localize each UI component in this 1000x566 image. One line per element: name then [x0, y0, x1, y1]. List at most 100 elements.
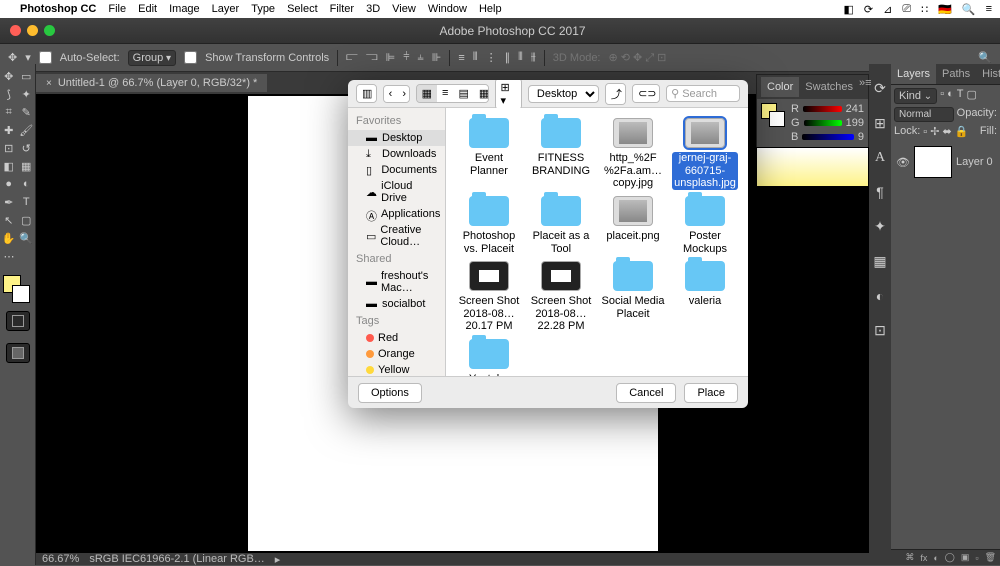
column-view[interactable]: ▤ — [453, 85, 473, 102]
status-icon[interactable]: ◧ — [844, 3, 854, 16]
menu-help[interactable]: Help — [479, 3, 502, 15]
distribute-icon[interactable]: ≡ — [458, 52, 464, 64]
file-item[interactable]: Screen Shot 2018-08…22.28 PM — [526, 259, 596, 335]
file-item[interactable]: Social Media Placeit — [598, 259, 668, 335]
file-item[interactable]: jernej-graj-660715-unsplash.jpg — [670, 116, 740, 192]
color-tab[interactable]: Color — [761, 77, 799, 97]
status-icon[interactable]: ∷ — [921, 3, 928, 16]
file-item[interactable]: Event Planner — [454, 116, 524, 192]
path-tool[interactable]: ↖ — [0, 211, 18, 229]
close-tab-icon[interactable]: × — [46, 78, 52, 89]
align-icon[interactable]: ⊫ — [386, 51, 396, 64]
auto-select-checkbox[interactable] — [39, 51, 52, 64]
history-panel-icon[interactable]: ⟳ — [874, 80, 886, 97]
back-button[interactable]: ‹ — [384, 86, 398, 102]
align-icon[interactable]: ⫎ — [366, 51, 378, 64]
distribute-icon[interactable]: ⫵ — [531, 51, 536, 64]
auto-select-dropdown[interactable]: Group ▾ — [128, 50, 176, 66]
zoom-level[interactable]: 66.67% — [42, 553, 79, 565]
hand-tool[interactable]: ✋ — [0, 229, 18, 247]
file-item[interactable]: Photoshop vs. Placeit — [454, 194, 524, 257]
list-view[interactable]: ≡ — [437, 85, 453, 102]
dodge-tool[interactable]: ◐ — [18, 175, 36, 193]
b-slider[interactable] — [802, 134, 854, 140]
sidebar-icloud[interactable]: ☁iCloud Drive — [348, 178, 445, 206]
layer-row[interactable]: 👁 Layer 0 — [894, 142, 997, 182]
distribute-icon[interactable]: ⫴ — [518, 51, 523, 64]
file-item[interactable]: Placeit as a Tool — [526, 194, 596, 257]
character-panel-icon[interactable]: A — [875, 150, 885, 166]
menu-3d[interactable]: 3D — [366, 3, 380, 15]
g-slider[interactable] — [804, 120, 842, 126]
menu-type[interactable]: Type — [251, 3, 275, 15]
menu-filter[interactable]: Filter — [330, 3, 354, 15]
fx-icon[interactable]: fx — [920, 553, 927, 563]
link-icon[interactable]: ⌘ — [905, 552, 914, 563]
icon-view[interactable]: ▦ — [417, 85, 437, 102]
sidebar-desktop[interactable]: ▬Desktop — [348, 130, 445, 146]
place-button[interactable]: Place — [684, 383, 738, 403]
menu-file[interactable]: File — [108, 3, 126, 15]
stamp-tool[interactable]: ⊡ — [0, 139, 18, 157]
blend-mode[interactable]: Normal — [894, 107, 954, 122]
sidebar-downloads[interactable]: ⤓Downloads — [348, 146, 445, 162]
r-slider[interactable] — [803, 106, 842, 112]
crop-tool[interactable]: ⌗ — [0, 103, 18, 121]
distribute-icon[interactable]: ∥ — [505, 51, 511, 64]
menu-icon[interactable]: ≡ — [986, 3, 992, 15]
distribute-icon[interactable]: ⋮ — [486, 51, 497, 64]
gallery-view[interactable]: ▦ — [474, 85, 489, 102]
group-icon[interactable]: ▣ — [961, 552, 970, 563]
adjustment-icon[interactable]: ◯ — [945, 552, 955, 563]
file-item[interactable]: valeria — [670, 259, 740, 335]
lasso-tool[interactable]: ⟆ — [0, 85, 18, 103]
styles-panel-icon[interactable]: ⊡ — [874, 322, 886, 339]
file-item[interactable]: Youtube — [454, 337, 524, 376]
transform-checkbox[interactable] — [184, 51, 197, 64]
history-tab[interactable]: History — [976, 64, 1000, 84]
quickmask-toggle[interactable] — [6, 311, 30, 331]
sidebar-toggle-icon[interactable]: ▥ — [357, 85, 377, 102]
file-browser[interactable]: Event PlannerFITNESS BRANDINGhttp_%2F %2… — [446, 108, 748, 376]
eyedropper-tool[interactable]: ✎ — [18, 103, 36, 121]
search-icon[interactable]: 🔍 — [962, 3, 976, 16]
color-ramp[interactable] — [756, 147, 869, 187]
new-layer-icon[interactable]: ▫ — [975, 553, 978, 563]
doc-profile[interactable]: sRGB IEC61966-2.1 (Linear RGB… — [89, 553, 264, 565]
options-button[interactable]: Options — [358, 383, 422, 403]
menu-select[interactable]: Select — [287, 3, 318, 15]
sidebar-tag[interactable]: Yellow — [348, 362, 445, 376]
group-menu[interactable]: ⊞ ▾ — [496, 80, 521, 109]
document-tab[interactable]: × Untitled-1 @ 66.7% (Layer 0, RGB/32*) … — [36, 74, 267, 92]
adjustments-panel-icon[interactable]: ◐ — [876, 288, 884, 304]
screenmode-toggle[interactable] — [6, 343, 30, 363]
file-item[interactable]: http_%2F %2Fa.am…copy.jpg — [598, 116, 668, 192]
brush-panel-icon[interactable]: ✦ — [874, 218, 886, 235]
layer-name[interactable]: Layer 0 — [956, 156, 993, 168]
tags-icon[interactable]: ⊂⊃ — [633, 85, 660, 102]
history-brush-tool[interactable]: ↺ — [18, 139, 36, 157]
swatches-tab[interactable]: Swatches — [799, 77, 859, 97]
gradient-tool[interactable]: ▦ — [18, 157, 36, 175]
forward-button[interactable]: › — [397, 86, 409, 102]
status-icon[interactable]: ⊿ — [883, 3, 892, 16]
trash-icon[interactable]: 🗑 — [985, 552, 996, 563]
status-icon[interactable]: ⟳ — [864, 3, 873, 16]
sidebar-tag[interactable]: Red — [348, 330, 445, 346]
move-tool[interactable]: ✥ — [0, 67, 18, 85]
align-icon[interactable]: ⫩ — [403, 51, 409, 64]
color-swatches[interactable] — [0, 275, 35, 305]
align-icon[interactable]: ⫨ — [418, 51, 424, 64]
location-dropdown[interactable]: Desktop — [528, 85, 599, 103]
lock-icon[interactable]: ▫ ✢ ⬌ 🔒 — [923, 125, 968, 138]
menu-layer[interactable]: Layer — [212, 3, 240, 15]
app-name[interactable]: Photoshop CC — [20, 3, 96, 15]
distribute-icon[interactable]: ⦀ — [473, 51, 478, 64]
file-item[interactable]: placeit.png — [598, 194, 668, 257]
paths-tab[interactable]: Paths — [936, 64, 976, 84]
menu-edit[interactable]: Edit — [138, 3, 157, 15]
layers-tab[interactable]: Layers — [891, 64, 936, 84]
file-item[interactable]: Poster Mockups — [670, 194, 740, 257]
paragraph-panel-icon[interactable]: ¶ — [876, 184, 884, 200]
cancel-button[interactable]: Cancel — [616, 383, 676, 403]
